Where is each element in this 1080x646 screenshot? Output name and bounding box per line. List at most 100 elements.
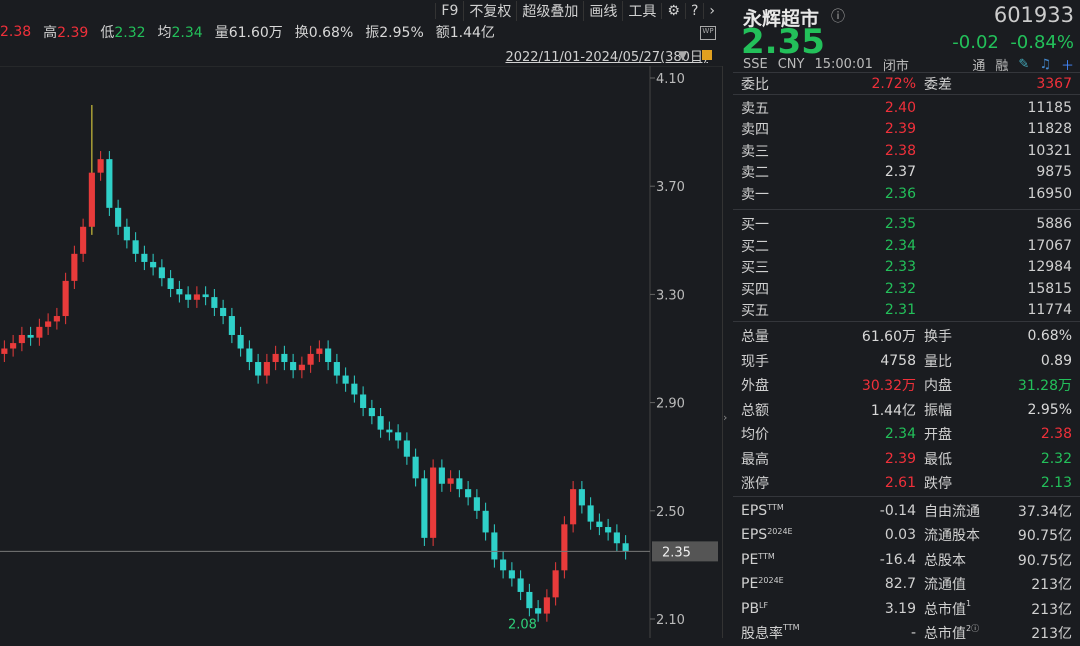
pencil-icon[interactable]: ✎ [1018, 57, 1029, 72]
stat-value: 2.32 [1040, 450, 1072, 467]
level-label: 卖二 [741, 165, 769, 182]
candle-body [167, 278, 174, 289]
stat-label: 总量 [741, 329, 769, 346]
candle-body [53, 316, 60, 322]
metric-value: 213亿 [1031, 601, 1072, 618]
stock-code: 601933 [993, 3, 1074, 27]
candle-body [141, 253, 148, 262]
quote-label: 振 [365, 25, 380, 41]
tools-button[interactable]: 工具 [622, 1, 661, 21]
chevron-right-icon[interactable]: › [723, 411, 727, 424]
candle-body [80, 226, 87, 254]
draw-button[interactable]: 画线 [583, 1, 622, 21]
y-tick-label: 4.10 [656, 72, 685, 87]
stat-value: 0.68% [1027, 328, 1072, 345]
level-price: 2.40 [884, 99, 916, 116]
f9-button[interactable]: F9 [435, 3, 463, 19]
range-dropdown-icon[interactable]: ▼ [678, 48, 687, 62]
fundamental-row: EPSTTM -0.14 自由流通 37.34亿 [733, 499, 1080, 524]
stats-row: 涨停 2.61 跌停 2.13 [733, 471, 1080, 496]
candle-body [220, 307, 227, 317]
ask-row[interactable]: 卖三 2.38 10321 [733, 140, 1080, 162]
overlay-button[interactable]: 超级叠加 [516, 1, 583, 21]
ask-row[interactable]: 卖五 2.40 11185 [733, 97, 1080, 119]
metric-value: 213亿 [1031, 626, 1072, 643]
weibi-value: 2.72% [871, 75, 916, 92]
candle-body [185, 294, 192, 300]
level-volume: 11828 [1027, 121, 1072, 138]
candle-body [403, 440, 410, 457]
level-label: 买二 [741, 238, 769, 255]
lock-icon[interactable] [702, 50, 712, 60]
quote-value: 2.38 [0, 24, 32, 40]
bid-row[interactable]: 买二 2.34 17067 [733, 235, 1080, 257]
candle-body [351, 383, 358, 395]
chevron-right-icon[interactable]: › [703, 3, 720, 19]
adjust-button[interactable]: 不复权 [463, 1, 516, 21]
level-label: 买四 [741, 281, 769, 298]
stats-row: 总量 61.60万 换手 0.68% [733, 324, 1080, 349]
candle-body [386, 429, 393, 433]
candle-body [552, 570, 559, 598]
gear-icon[interactable]: ⚙ [661, 3, 685, 19]
level-price: 2.35 [884, 216, 916, 233]
candle-body [18, 334, 25, 344]
fundamental-row: 股息率TTM - 总市值2ⓘ 213亿 [733, 621, 1080, 646]
metric-value: 0.03 [884, 527, 916, 544]
metric-label: 总市值2ⓘ [916, 623, 1011, 643]
stat-value: 2.38 [1040, 426, 1072, 443]
level-price: 2.31 [884, 302, 916, 319]
bid-row[interactable]: 买五 2.31 11774 [733, 300, 1080, 322]
candle-body [272, 353, 279, 363]
quote-item: 量61.60万 [215, 22, 283, 42]
fundamental-row: PETTM -16.4 总股本 90.75亿 [733, 548, 1080, 573]
quote-strip: 2.38 高2.39 低2.32 均2.34 量61.60万 换0.68% 振2.95% 额1… [0, 22, 495, 42]
candle-body [570, 489, 577, 525]
candle-body [613, 532, 620, 544]
panel-toggle[interactable]: › [722, 66, 730, 638]
metric-label: PBLF [741, 601, 831, 617]
quote-item: 均2.34 [158, 22, 203, 42]
weidiff-label: 委差 [924, 76, 952, 93]
level-price: 2.32 [884, 280, 916, 297]
level-volume: 12984 [1027, 259, 1072, 276]
quote-value: 61.60万 [228, 25, 283, 41]
candle-body [193, 294, 200, 300]
candle-body [88, 172, 95, 227]
info-icon[interactable]: ⓘ [831, 6, 845, 26]
weibi-label: 委比 [741, 76, 769, 93]
candle-body [482, 510, 489, 533]
quote-label: 均 [157, 25, 172, 41]
metric-name: 流通值 [924, 577, 966, 594]
bid-row[interactable]: 买一 2.35 5886 [733, 214, 1080, 236]
metric-label: 股息率TTM [741, 623, 831, 643]
level-volume: 5886 [1036, 216, 1072, 233]
plus-icon[interactable]: ＋ [1061, 55, 1074, 74]
level-volume: 15815 [1027, 280, 1072, 297]
quote-item: 低2.32 [100, 22, 145, 42]
y-tick-label: 2.90 [656, 397, 685, 412]
ask-row[interactable]: 卖二 2.37 9875 [733, 162, 1080, 184]
stat-label: 跌停 [924, 476, 952, 493]
ask-row[interactable]: 卖四 2.39 11828 [733, 119, 1080, 141]
candle-body [62, 280, 69, 317]
help-icon[interactable]: ? [684, 3, 703, 19]
candle-body [491, 532, 498, 560]
bid-row[interactable]: 买三 2.33 12984 [733, 257, 1080, 279]
metric-sup: TTM [783, 623, 800, 633]
level-label: 买三 [741, 260, 769, 277]
level-label: 卖一 [741, 186, 769, 203]
metric-sup: 2024E [758, 576, 784, 586]
candle-body [438, 467, 445, 484]
stat-value: 2.34 [884, 426, 916, 443]
metric-name: 自由流通 [924, 503, 980, 520]
stat-label: 内盘 [924, 378, 952, 395]
bid-row[interactable]: 买四 2.32 15815 [733, 278, 1080, 300]
ask-row[interactable]: 卖一 2.36 16950 [733, 183, 1080, 205]
level-volume: 11185 [1027, 99, 1072, 116]
candle-body [325, 348, 332, 363]
candle-body [430, 467, 437, 538]
level-price: 2.36 [884, 185, 916, 202]
wp-icon[interactable]: WP [700, 26, 716, 40]
bell-icon[interactable]: ♫ [1039, 57, 1051, 72]
